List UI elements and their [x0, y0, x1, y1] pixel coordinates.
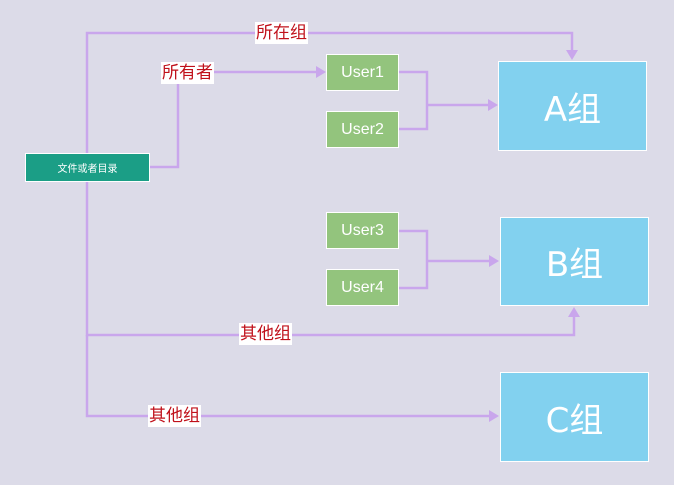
arrowhead-c-group	[489, 410, 499, 422]
arrowhead-a-group	[488, 99, 498, 111]
connector-owner	[150, 70, 318, 169]
connector-others-c	[85, 335, 491, 418]
arrowhead-user1	[316, 66, 326, 78]
edge-label-others-b: 其他组	[239, 323, 292, 345]
edge-label-owner-group: 所在组	[255, 22, 308, 44]
edge-label-others-c: 其他组	[148, 405, 201, 427]
user2-node: User2	[326, 111, 399, 148]
file-or-directory-node: 文件或者目录	[25, 153, 150, 182]
user1-node: User1	[326, 54, 399, 91]
group-a-node: A组	[498, 61, 647, 151]
group-c-node: C组	[500, 372, 649, 462]
arrowhead-b-bottom	[568, 307, 580, 317]
user3-node: User3	[326, 212, 399, 249]
connector-user1-merge	[398, 70, 429, 131]
edge-label-owner: 所有者	[161, 62, 214, 84]
user4-node: User4	[326, 269, 399, 306]
connector-user3-merge	[398, 229, 429, 290]
arrowhead-a-top	[566, 50, 578, 60]
group-b-node: B组	[500, 217, 649, 306]
arrowhead-b-group	[489, 255, 499, 267]
